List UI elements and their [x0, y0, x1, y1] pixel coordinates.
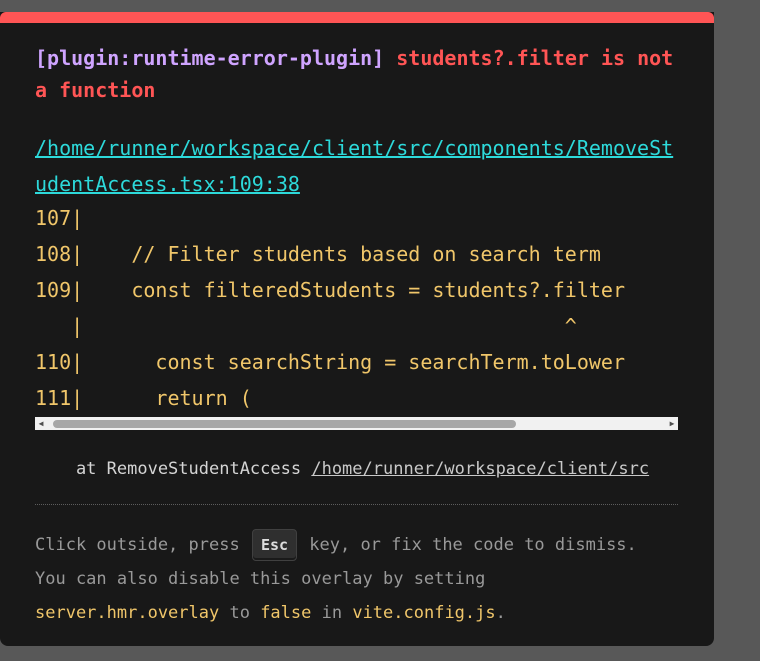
code-line: 108| // Filter students based on search … [35, 242, 601, 266]
tip-text: . [495, 603, 506, 623]
code-line: | ^ [35, 314, 577, 338]
error-message: [plugin:runtime-error-plugin] students?.… [35, 42, 678, 106]
error-accent-bar [0, 12, 714, 23]
scrollbar-thumb[interactable] [53, 420, 516, 428]
horizontal-scrollbar[interactable]: ◀ ▶ [35, 417, 678, 430]
scroll-left-arrow-icon[interactable]: ◀ [35, 418, 47, 429]
tip-text: to [219, 603, 261, 623]
code-line: 111| return ( [35, 386, 252, 410]
code-line: 109| const filteredStudents = students?.… [35, 278, 626, 302]
divider [35, 504, 678, 505]
plugin-tag: [plugin:runtime-error-plugin] [35, 46, 385, 70]
scroll-right-arrow-icon[interactable]: ▶ [666, 418, 678, 429]
code-line: 110| const searchString = searchTerm.toL… [35, 350, 626, 374]
tip-text: Click outside, press [35, 535, 250, 555]
error-overlay: [plugin:runtime-error-plugin] students?.… [0, 12, 714, 646]
esc-key: Esc [251, 529, 298, 561]
stack-trace-link[interactable]: /home/runner/workspace/client/src [311, 459, 649, 479]
setting-value: false [260, 603, 312, 623]
tip-text: in [311, 603, 353, 623]
setting-name: server.hmr.overlay [35, 603, 220, 623]
dismiss-tip: Click outside, press Esc key, or fix the… [35, 528, 685, 630]
file-location-link[interactable]: /home/runner/workspace/client/src/compon… [35, 130, 678, 202]
tip-text: You can also disable this overlay by set… [35, 569, 486, 589]
config-file-name: vite.config.js [352, 603, 496, 623]
code-line: 107| [35, 206, 84, 230]
stack-prefix: at RemoveStudentAccess [35, 459, 312, 479]
tip-text: key, or fix the code to dismiss. [299, 535, 637, 555]
code-frame: 107| 108| // Filter students based on se… [35, 200, 678, 420]
stack-trace: at RemoveStudentAccess /home/runner/work… [35, 455, 678, 483]
